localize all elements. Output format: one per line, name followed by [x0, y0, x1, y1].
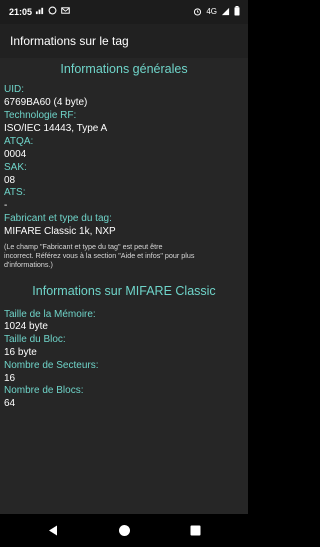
block-count-value: 64 — [4, 398, 16, 409]
manufacturer-label: Fabricant et type du tag: — [4, 213, 112, 224]
mail-icon — [61, 7, 70, 14]
sector-count-label: Nombre de Secteurs: — [4, 360, 99, 371]
block-count-label: Nombre de Blocs: — [4, 385, 84, 396]
whatsapp-icon — [48, 6, 57, 15]
recents-icon[interactable] — [189, 524, 202, 537]
navigation-bar — [0, 514, 248, 547]
alarm-icon — [194, 7, 202, 16]
cell-signal-icon — [221, 7, 230, 15]
manufacturer-note: (Le champ "Fabricant et type du tag" est… — [4, 242, 246, 269]
mifare-info-heading: Informations sur MIFARE Classic — [32, 284, 216, 298]
sector-count-value: 16 — [4, 373, 16, 384]
rf-technology-value: ISO/IEC 14443, Type A — [4, 123, 108, 134]
uid-value: 6769BA60 (4 byte) — [4, 97, 88, 108]
status-left-icons — [35, 6, 70, 15]
home-icon[interactable] — [118, 524, 131, 537]
memory-size-value: 1024 byte — [4, 321, 48, 332]
ats-value: - — [4, 200, 8, 211]
back-icon[interactable] — [47, 524, 60, 537]
status-time: 21:05 — [9, 7, 33, 17]
manufacturer-note-line: incorrect. Référez vous à la section "Ai… — [4, 251, 195, 260]
block-size-label: Taille du Bloc: — [4, 334, 66, 345]
rf-technology-label: Technologie RF: — [4, 110, 77, 121]
signal-bars-icon — [35, 7, 44, 15]
network-4g-icon: 4G — [206, 6, 217, 16]
block-size-value: 16 byte — [4, 347, 37, 358]
general-info-heading: Informations générales — [60, 62, 188, 76]
battery-icon — [234, 6, 240, 16]
tag-info-content[interactable]: Informations générales UID: 6769BA60 (4 … — [0, 58, 248, 514]
app-bar: Informations sur le tag — [0, 24, 248, 58]
memory-size-label: Taille de la Mémoire: — [4, 309, 96, 320]
status-bar: 21:05 4G — [0, 0, 248, 24]
page-title: Informations sur le tag — [10, 34, 129, 48]
uid-label: UID: — [4, 84, 24, 95]
manufacturer-note-line: (Le champ "Fabricant et type du tag" est… — [4, 242, 163, 251]
status-right-icons: 4G — [193, 6, 240, 16]
manufacturer-note-line: d'informations.) — [4, 260, 53, 269]
sak-label: SAK: — [4, 162, 27, 173]
ats-label: ATS: — [4, 187, 26, 198]
atqa-value: 0004 — [4, 149, 27, 160]
sak-value: 08 — [4, 175, 16, 186]
manufacturer-value: MIFARE Classic 1k, NXP — [4, 226, 116, 237]
atqa-label: ATQA: — [4, 136, 34, 147]
